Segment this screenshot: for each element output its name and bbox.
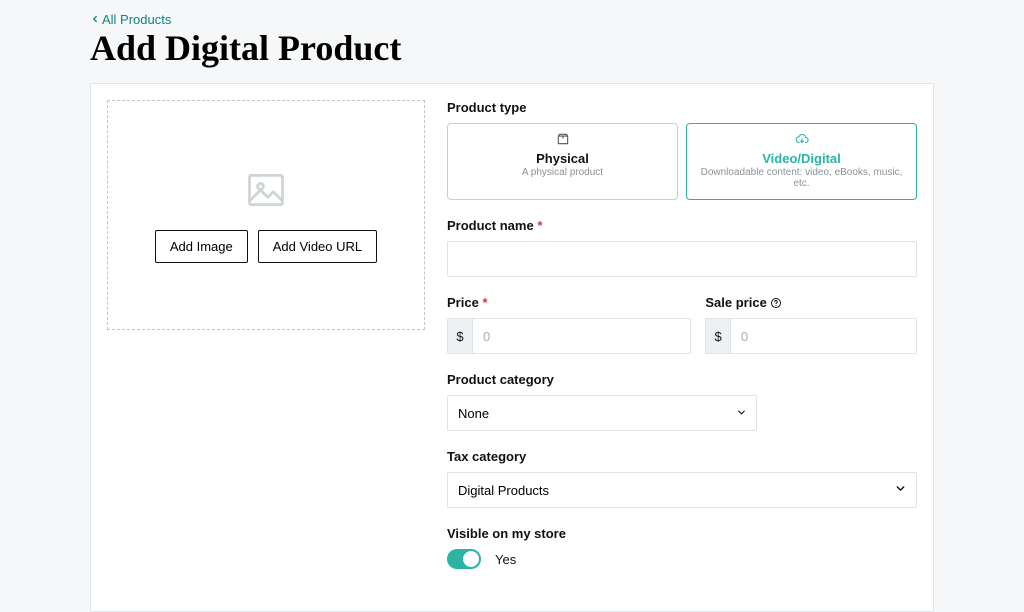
- toggle-knob: [463, 551, 479, 567]
- cloud-download-icon: [697, 132, 906, 149]
- required-asterisk: *: [537, 218, 542, 233]
- help-icon[interactable]: [770, 297, 782, 309]
- media-dropzone[interactable]: Add Image Add Video URL: [107, 100, 425, 330]
- visible-toggle[interactable]: [447, 549, 481, 569]
- product-category-select[interactable]: [447, 395, 757, 431]
- required-asterisk: *: [482, 295, 487, 310]
- price-label-text: Price: [447, 295, 479, 310]
- page-title: Add Digital Product: [90, 27, 934, 69]
- add-video-url-button[interactable]: Add Video URL: [258, 230, 377, 263]
- image-placeholder-icon: [244, 168, 288, 208]
- price-input[interactable]: [472, 318, 691, 354]
- physical-title: Physical: [458, 151, 667, 166]
- product-type-physical[interactable]: Physical A physical product: [447, 123, 678, 200]
- sale-price-label: Sale price: [705, 295, 917, 310]
- digital-title: Video/Digital: [697, 151, 906, 166]
- back-link-text: All Products: [102, 12, 171, 27]
- physical-subtitle: A physical product: [458, 167, 667, 178]
- price-label: Price *: [447, 295, 691, 310]
- product-form-card: Add Image Add Video URL Product type Phy…: [90, 83, 934, 612]
- visible-value: Yes: [495, 552, 516, 567]
- digital-subtitle: Downloadable content: video, eBooks, mus…: [697, 167, 906, 189]
- package-icon: [458, 132, 667, 149]
- product-category-label: Product category: [447, 372, 757, 387]
- product-type-label: Product type: [447, 100, 917, 115]
- tax-category-select[interactable]: [447, 472, 917, 508]
- tax-category-label: Tax category: [447, 449, 917, 464]
- currency-addon: $: [447, 318, 472, 354]
- chevron-left-icon: [90, 12, 100, 27]
- product-name-label-text: Product name: [447, 218, 534, 233]
- product-type-digital[interactable]: Video/Digital Downloadable content: vide…: [686, 123, 917, 200]
- product-name-input[interactable]: [447, 241, 917, 277]
- add-image-button[interactable]: Add Image: [155, 230, 248, 263]
- sale-price-label-text: Sale price: [705, 295, 766, 310]
- all-products-link[interactable]: All Products: [90, 0, 171, 27]
- sale-price-input[interactable]: [730, 318, 917, 354]
- product-name-label: Product name *: [447, 218, 917, 233]
- currency-addon: $: [705, 318, 730, 354]
